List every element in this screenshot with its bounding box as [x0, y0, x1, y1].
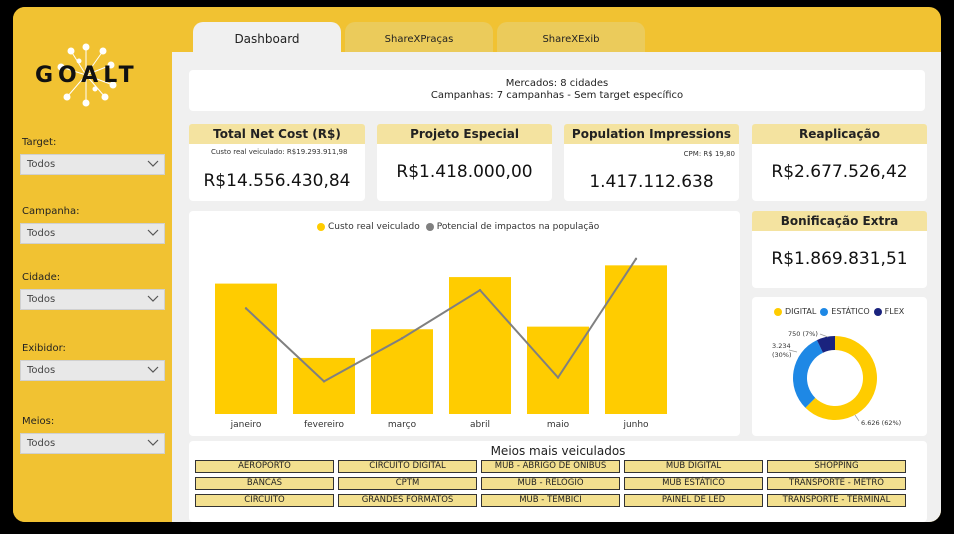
- meio-item[interactable]: AEROPORTO: [195, 460, 334, 473]
- chevron-down-icon: [147, 366, 159, 373]
- cidade-dropdown[interactable]: Todos: [20, 289, 165, 310]
- filter-label-cidade: Cidade:: [22, 272, 61, 283]
- kpi-subtitle: CPM: R$ 19,80: [683, 150, 735, 158]
- meio-item[interactable]: TRANSPORTE - TERMINAL: [767, 494, 906, 507]
- meio-item[interactable]: MUB DIGITAL: [624, 460, 763, 473]
- leader-line: [854, 414, 860, 422]
- meio-item[interactable]: TRANSPORTE - METRO: [767, 477, 906, 490]
- kpi-title: Total Net Cost (R$): [189, 124, 365, 144]
- target-dropdown[interactable]: Todos: [20, 154, 165, 175]
- kpi-population-impressions: Population Impressions CPM: R$ 19,80 1.4…: [564, 124, 739, 201]
- chevron-down-icon: [147, 229, 159, 236]
- meio-item[interactable]: MUB - ABRIGO DE ONIBUS: [481, 460, 620, 473]
- donut-chart: 6.626 (62%) 3.234(30%) 750 (7%): [772, 330, 901, 427]
- bar-janeiro[interactable]: [215, 283, 277, 414]
- tab-dashboard[interactable]: Dashboard: [193, 22, 341, 56]
- mercados-text: Mercados: 8 cidades: [505, 78, 609, 89]
- filter-label-meios: Meios:: [22, 416, 55, 427]
- data-label-flex: 750 (7%): [788, 330, 818, 338]
- leader-line: [819, 333, 829, 338]
- monthly-chart-card: Custo real veiculado Potencial de impact…: [189, 211, 740, 436]
- meio-item[interactable]: MUB - RELOGIO: [481, 477, 620, 490]
- bar-abril[interactable]: [449, 277, 511, 414]
- meio-item[interactable]: GRANDES FORMATOS: [338, 494, 477, 507]
- line-point-junho: [634, 257, 638, 261]
- chevron-down-icon: [147, 295, 159, 302]
- exibidor-dropdown[interactable]: Todos: [20, 360, 165, 381]
- kpi-value: 1.417.112.638: [589, 172, 714, 192]
- cidade-dropdown-value: Todos: [27, 294, 56, 305]
- campanhas-text: Campanhas: 7 campanhas - Sem target espe…: [430, 90, 684, 101]
- kpi-projeto-especial: Projeto Especial R$1.418.000,00: [377, 124, 552, 201]
- bar-junho[interactable]: [605, 265, 667, 414]
- x-tick-label: junho: [622, 420, 649, 430]
- meio-item[interactable]: CIRCUITO: [195, 494, 334, 507]
- exibidor-dropdown-value: Todos: [27, 365, 56, 376]
- line-point-março: [400, 337, 404, 340]
- kpi-title: Population Impressions: [564, 124, 739, 144]
- tab-sharexexib[interactable]: ShareXExib: [497, 22, 645, 56]
- kpi-value: R$2.677.526,42: [771, 162, 908, 182]
- data-label-estatico: 3.234: [772, 342, 791, 350]
- dashboard-window: GOALT Target: Todos Campanha: Todos Cida…: [13, 7, 941, 522]
- meios-dropdown-value: Todos: [27, 438, 56, 449]
- bar-fevereiro[interactable]: [293, 357, 355, 414]
- chevron-down-icon: [147, 160, 159, 167]
- donut-chart-card: DIGITAL ESTÁTICO FLEX 6.626 (62%) 3.234 (3…: [752, 297, 927, 436]
- kpi-subtitle: Custo real veiculado: R$19.293.911,98: [211, 148, 348, 156]
- donut-slice-estático[interactable]: [793, 340, 823, 408]
- meio-item[interactable]: CPTM: [338, 477, 477, 490]
- data-label-estatico-pct: (30%): [772, 351, 792, 359]
- target-dropdown-value: Todos: [27, 159, 56, 170]
- x-tick-label: janeiro: [230, 420, 262, 430]
- kpi-reaplicacao: Reaplicação R$2.677.526,42: [752, 124, 927, 201]
- kpi-title: Projeto Especial: [377, 124, 552, 144]
- bar-line-chart: janeiro fevereiro março abril maio junho: [215, 257, 667, 430]
- dashboard-main: Mercados: 8 cidades Campanhas: 7 campanh…: [172, 52, 941, 522]
- meio-item[interactable]: CIRCUITO DIGITAL: [338, 460, 477, 473]
- meio-item[interactable]: PAINEL DE LED: [624, 494, 763, 507]
- info-card: Mercados: 8 cidades Campanhas: 7 campanh…: [189, 70, 925, 111]
- bar-março[interactable]: [371, 329, 433, 414]
- campanha-dropdown[interactable]: Todos: [20, 223, 165, 244]
- bar-maio[interactable]: [527, 326, 589, 414]
- chevron-down-icon: [147, 439, 159, 446]
- kpi-bonificacao-extra: Bonificação Extra R$1.869.831,51: [752, 211, 927, 288]
- meios-card: Meios mais veiculados AEROPORTO CIRCUITO …: [189, 441, 927, 522]
- x-tick-label: maio: [547, 420, 570, 430]
- meio-item[interactable]: MUB ESTÁTICO: [624, 477, 763, 490]
- data-label-digital: 6.626 (62%): [861, 419, 901, 427]
- kpi-title: Reaplicação: [752, 124, 927, 144]
- x-tick-label: abril: [470, 420, 490, 430]
- goalt-logo: GOALT: [35, 43, 145, 113]
- kpi-value: R$14.556.430,84: [203, 171, 351, 191]
- line-point-maio: [556, 376, 560, 379]
- filter-label-target: Target:: [22, 137, 57, 148]
- filter-label-campanha: Campanha:: [22, 206, 80, 217]
- meios-dropdown[interactable]: Todos: [20, 433, 165, 454]
- kpi-value: R$1.418.000,00: [396, 162, 533, 182]
- x-tick-label: março: [388, 420, 417, 430]
- meios-title: Meios mais veiculados: [490, 444, 626, 458]
- meio-item[interactable]: SHOPPING: [767, 460, 906, 473]
- logo-text: GOALT: [35, 63, 139, 88]
- campanha-dropdown-value: Todos: [27, 228, 56, 239]
- x-tick-label: fevereiro: [304, 420, 345, 430]
- line-point-janeiro: [244, 307, 248, 310]
- tab-sharexpracas[interactable]: ShareXPraças: [345, 22, 493, 56]
- line-point-abril: [478, 288, 482, 292]
- kpi-title: Bonificação Extra: [752, 211, 927, 231]
- filter-label-exibidor: Exibidor:: [22, 343, 66, 354]
- meio-item[interactable]: BANCAS: [195, 477, 334, 490]
- kpi-total-net-cost: Total Net Cost (R$) Custo real veiculado…: [189, 124, 365, 201]
- line-point-fevereiro: [322, 380, 326, 383]
- kpi-value: R$1.869.831,51: [771, 249, 908, 269]
- sidebar: GOALT Target: Todos Campanha: Todos Cida…: [13, 7, 172, 522]
- meio-item[interactable]: MUB - TEMBICI: [481, 494, 620, 507]
